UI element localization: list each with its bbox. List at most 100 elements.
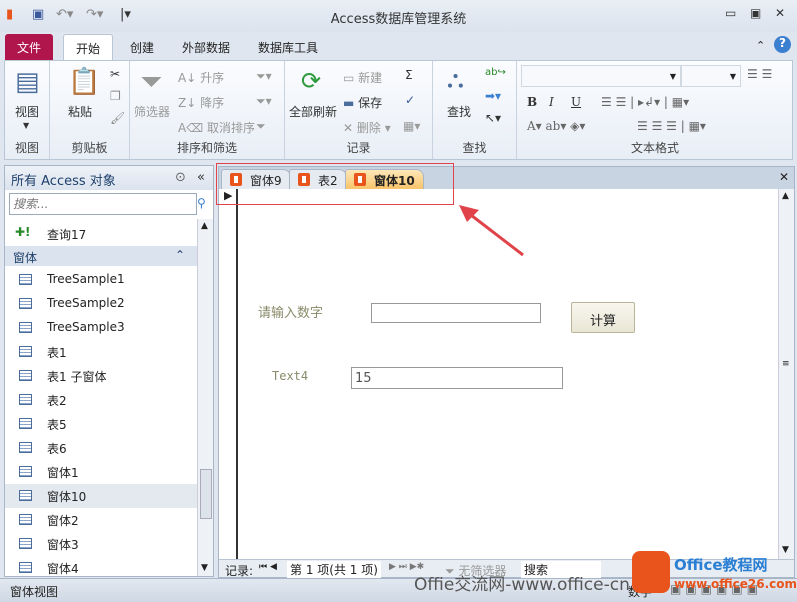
scroll-thumb-grip[interactable]: ≡ — [782, 359, 790, 369]
delete-record-button[interactable]: ✕ 删除 ▾ — [343, 119, 391, 136]
scroll-up-icon[interactable]: ▲ — [201, 221, 208, 231]
label: 窗体4 — [47, 562, 79, 576]
align-icons[interactable]: ☰ ☰ ☰ | ▦▾ — [637, 119, 706, 133]
collapse-ribbon-icon[interactable]: ⌃ — [756, 39, 765, 52]
nav-scrollbar[interactable]: ▲ ▼ — [197, 219, 213, 576]
view-icon: ▤ — [15, 67, 40, 97]
minimize-icon[interactable]: ▭ — [725, 6, 736, 20]
record-selector[interactable]: ▶ — [219, 189, 238, 559]
paste-button[interactable]: 粘贴 — [68, 103, 92, 120]
totals-icon[interactable]: Σ — [405, 68, 413, 82]
replace-icon[interactable]: ab↪ — [485, 67, 506, 78]
nav-item-form[interactable]: 表6 — [5, 436, 197, 460]
label: 表6 — [47, 442, 67, 456]
bullets-icon[interactable]: ☰ ☰ — [747, 67, 772, 81]
collapse-group-icon[interactable]: ⌃ — [175, 248, 185, 262]
scroll-thumb[interactable] — [200, 469, 212, 519]
nav-item-form[interactable]: 窗体1 — [5, 460, 197, 484]
clear-sort-button[interactable]: A⌫ 取消排序 — [178, 119, 255, 136]
bold-button[interactable]: B — [527, 95, 537, 109]
save-record-button[interactable]: ▬ 保存 — [343, 94, 382, 111]
group-records: ⟳ 全部刷新 ▭ 新建 ▬ 保存 ✕ 删除 ▾ Σ ✓ ▦▾ 记录 — [285, 61, 433, 159]
nav-item-form[interactable]: 窗体4 — [5, 556, 197, 580]
italic-button[interactable]: I — [549, 95, 554, 109]
nav-header[interactable]: 所有 Access 对象 ⊙ « — [5, 166, 213, 190]
nav-item-form[interactable]: 表5 — [5, 412, 197, 436]
label: 取消排序 — [207, 121, 256, 135]
number-input[interactable] — [371, 303, 541, 323]
font-color-button[interactable]: A▾ ab▾ ◈▾ — [527, 119, 585, 133]
tab-create[interactable]: 创建 — [118, 34, 166, 60]
advanced-filter-icon[interactable]: ⏷▾ — [256, 94, 272, 109]
nav-search-input[interactable] — [9, 193, 197, 215]
view-button[interactable]: 视图 — [15, 103, 39, 120]
help-icon[interactable]: ? — [774, 36, 791, 53]
goto-icon[interactable]: ➡▾ — [485, 89, 501, 103]
more-icon[interactable]: ▦▾ — [403, 119, 420, 133]
label: 窗体10 — [47, 490, 87, 504]
refresh-all-icon: ⟳ — [301, 67, 322, 95]
selection-filter-icon[interactable]: ⏷▾ — [256, 69, 272, 84]
query-icon: ✚! — [15, 225, 31, 239]
tab-database-tools[interactable]: 数据库工具 — [246, 34, 330, 60]
toggle-filter-icon[interactable]: ⏷ — [256, 119, 266, 134]
group-label: 视图 — [14, 141, 39, 155]
title-bar: ▮ ▣ ↶▾ ↷▾ |▾ Access数据库管理系统 ▭ ▣ ✕ — [0, 0, 797, 32]
form-scrollbar[interactable]: ▲ ≡ ▼ — [778, 189, 794, 559]
group-label: 剪贴板 — [71, 141, 108, 155]
scroll-down-icon[interactable]: ▼ — [201, 563, 208, 573]
scroll-up-icon[interactable]: ▲ — [782, 191, 789, 201]
select-icon[interactable]: ↖▾ — [485, 111, 501, 125]
restore-icon[interactable]: ▣ — [750, 6, 761, 20]
nav-item-form[interactable]: TreeSample3 — [5, 316, 197, 340]
nav-menu-icon[interactable]: ⊙ — [175, 170, 186, 185]
nav-item-form[interactable]: 表1 — [5, 340, 197, 364]
spelling-icon[interactable]: ✓ — [405, 93, 415, 107]
nav-item-form[interactable]: 窗体2 — [5, 508, 197, 532]
copy-icon[interactable]: ❐ — [110, 89, 121, 103]
form-icon — [19, 442, 32, 453]
filter-button[interactable]: 筛选器 — [134, 103, 170, 120]
underline-button[interactable]: U — [571, 95, 581, 109]
new-record-button[interactable]: ▭ 新建 — [343, 69, 382, 86]
nav-group-forms[interactable]: 窗体 ⌃ — [5, 246, 197, 266]
nav-item-form[interactable]: 表2 — [5, 388, 197, 412]
sort-ascending-button[interactable]: A↓ 升序 — [178, 69, 224, 86]
search-icon[interactable]: ⚲ — [197, 196, 206, 210]
font-size-select[interactable]: ▼ — [681, 65, 741, 87]
text4-input[interactable] — [351, 367, 563, 389]
annotation-arrow-icon — [459, 205, 524, 257]
tab-file[interactable]: 文件 — [5, 34, 54, 60]
nav-item-form[interactable]: 窗体3 — [5, 532, 197, 556]
nav-item-query[interactable]: ✚! 查询17 — [5, 222, 197, 246]
cut-icon[interactable]: ✂ — [110, 67, 120, 81]
nav-item-form[interactable]: 窗体10 — [5, 484, 197, 508]
tab-external-data[interactable]: 外部数据 — [170, 34, 242, 60]
indent-icons[interactable]: ☰ ☰ | ▸↲▾ | ▦▾ — [601, 95, 689, 109]
nav-item-form[interactable]: TreeSample1 — [5, 268, 197, 292]
close-icon[interactable]: ✕ — [775, 6, 785, 20]
label: TreeSample2 — [47, 296, 125, 310]
refresh-all-button[interactable]: 全部刷新 — [289, 103, 337, 120]
nav-item-form[interactable]: TreeSample2 — [5, 292, 197, 316]
tab-home[interactable]: 开始 — [63, 34, 114, 60]
chevron-down-icon[interactable]: ▼ — [23, 121, 29, 130]
label: 窗体1 — [47, 466, 79, 480]
form-icon — [19, 514, 32, 525]
form-icon — [19, 274, 32, 285]
format-painter-icon[interactable]: 🖌 — [110, 111, 125, 125]
calculate-button[interactable]: 计算 — [571, 302, 635, 333]
form-icon — [19, 298, 32, 309]
find-button[interactable]: 查找 — [447, 103, 471, 120]
record-position-input[interactable]: 第 1 项(共 1 项) — [287, 561, 381, 578]
nav-item-form[interactable]: 表1 子窗体 — [5, 364, 197, 388]
watermark-text: Offie交流网-www.office-cn — [414, 575, 630, 595]
scroll-down-icon[interactable]: ▼ — [782, 545, 789, 555]
label: 升序 — [200, 71, 225, 85]
close-doc-icon[interactable]: ✕ — [779, 170, 789, 184]
collapse-nav-icon[interactable]: « — [197, 170, 205, 185]
font-name-select[interactable]: ▼ — [521, 65, 681, 87]
sort-descending-button[interactable]: Z↓ 降序 — [178, 94, 224, 111]
first-record-icon[interactable]: ⏮ ◀ — [259, 562, 277, 572]
label: 窗体2 — [47, 514, 79, 528]
